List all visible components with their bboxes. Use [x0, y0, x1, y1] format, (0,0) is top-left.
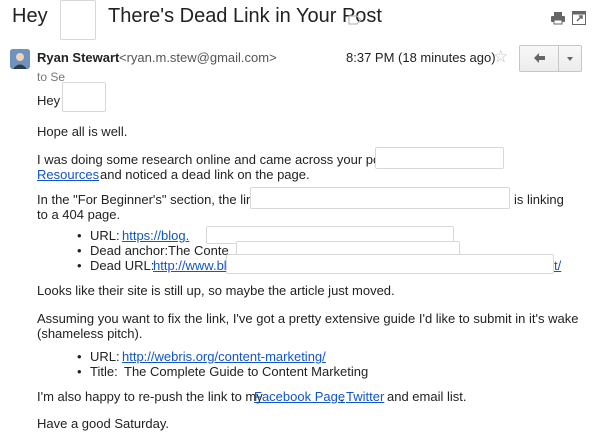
dead-anchor-text: The Conte	[168, 243, 229, 258]
blog-url-link[interactable]: https://blog.	[122, 228, 189, 243]
dead-url-label-2: Dead URL:	[90, 258, 155, 273]
label-icon[interactable]	[348, 12, 362, 25]
redacted-name	[60, 0, 96, 40]
dead-url-link[interactable]: http://www.bl	[153, 258, 227, 273]
email-subject: There's Dead Link in Your Post	[108, 5, 382, 27]
facebook-page-link[interactable]: Facebook Page	[254, 389, 345, 404]
sender-name[interactable]: Ryan Stewart	[37, 50, 119, 65]
list-item: •	[77, 364, 82, 379]
greeting: Hey	[37, 93, 61, 108]
paragraph-beginners: In the "For Beginner's" section, the lin…	[37, 192, 260, 207]
new-window-icon[interactable]	[572, 11, 586, 25]
paragraph-repush-tail: and email list.	[387, 389, 467, 404]
paragraph-hope: Hope all is well.	[37, 124, 128, 139]
recipient-line[interactable]: to Se	[37, 70, 65, 84]
guide-url-label: URL:	[90, 349, 120, 364]
list-item: •	[77, 258, 82, 273]
more-options-button[interactable]	[558, 45, 582, 72]
twitter-link[interactable]: Twitter	[346, 389, 384, 404]
redacted-url	[226, 254, 554, 274]
redacted-url	[375, 147, 504, 169]
dead-url-link-tail[interactable]: t/	[554, 258, 561, 273]
redacted-name	[62, 82, 106, 112]
guide-title-text: The Complete Guide to Content Marketing	[124, 364, 369, 379]
list-item: •	[77, 349, 82, 364]
guide-url-link[interactable]: http://webris.org/content-marketing/	[122, 349, 326, 364]
paragraph-guide: Assuming you want to fix the link, I've …	[37, 311, 579, 326]
star-icon[interactable]: ☆	[493, 48, 508, 65]
reply-button[interactable]	[519, 45, 559, 72]
paragraph-guide-cont: (shameless pitch).	[37, 326, 143, 341]
guide-title-label: Title:	[90, 364, 118, 379]
paragraph-404: to a 404 page.	[37, 207, 121, 222]
reply-icon	[534, 53, 545, 63]
paragraph-research: I was doing some research online and cam…	[37, 152, 391, 167]
dead-anchor-label: Dead anchor:	[90, 243, 169, 258]
dropdown-icon	[567, 57, 573, 61]
comma: ,	[340, 389, 344, 404]
print-icon[interactable]	[551, 11, 565, 25]
list-item: •	[77, 243, 82, 258]
resources-link[interactable]: Resources	[37, 167, 99, 182]
avatar[interactable]	[10, 49, 30, 69]
list-item: •	[77, 228, 82, 243]
paragraph-beginners-tail: is linking	[514, 192, 564, 207]
paragraph-saturday: Have a good Saturday.	[37, 416, 170, 431]
timestamp: 8:37 PM (18 minutes ago)	[346, 50, 496, 65]
redacted-link	[250, 187, 510, 209]
paragraph-repush: I'm also happy to re-push the link to my	[37, 389, 263, 404]
sender-email: <ryan.m.stew@gmail.com>	[119, 50, 277, 65]
paragraph-research-cont: and noticed a dead link on the page.	[100, 167, 310, 182]
dead-url-label: URL:	[90, 228, 120, 243]
paragraph-site-up: Looks like their site is still up, so ma…	[37, 283, 395, 298]
subject-greeting: Hey	[12, 5, 48, 27]
